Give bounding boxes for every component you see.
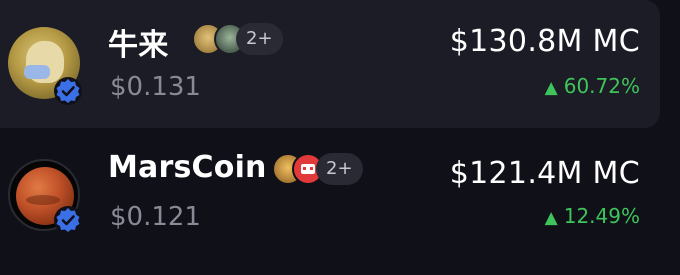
token-name: MarsCoin <box>108 150 267 185</box>
token-list: 牛来 2+ $0.131 $130.8M MC ▲ 60.72% MarsCoin <box>0 0 680 275</box>
holders-more-badge: 2+ <box>236 23 283 55</box>
holders-more-badge: 2+ <box>316 153 363 185</box>
verified-badge-icon <box>54 206 82 234</box>
market-cap: $130.8M MC <box>449 24 640 59</box>
up-arrow-icon: ▲ <box>544 78 558 98</box>
up-arrow-icon: ▲ <box>544 208 558 228</box>
token-price: $0.131 <box>110 72 201 102</box>
token-row[interactable]: 牛来 2+ $0.131 $130.8M MC ▲ 60.72% <box>0 0 660 128</box>
verified-badge-icon <box>54 77 82 105</box>
price-change: ▲ 60.72% <box>544 74 640 98</box>
token-row[interactable]: MarsCoin 2+ $0.121 $121.4M MC ▲ 12.49% <box>0 140 660 268</box>
token-name: 牛来 <box>108 28 169 63</box>
market-cap: $121.4M MC <box>449 156 640 191</box>
price-change: ▲ 12.49% <box>544 204 640 228</box>
token-price: $0.121 <box>110 202 201 232</box>
